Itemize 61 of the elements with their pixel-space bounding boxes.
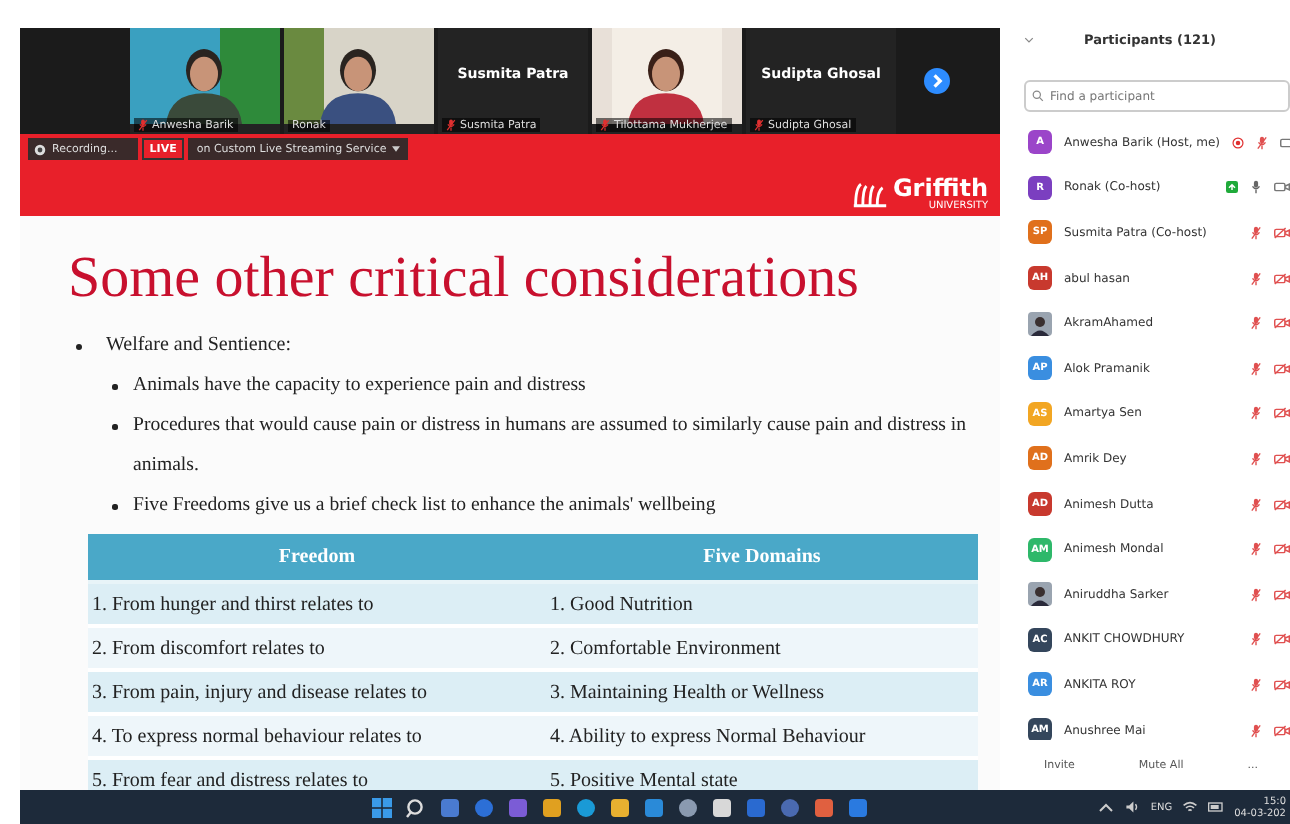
column-header: Freedom <box>88 534 546 582</box>
muted-mic-icon[interactable] <box>1250 587 1262 602</box>
video-off-icon[interactable] <box>1274 225 1290 240</box>
search-icon[interactable] <box>406 797 426 817</box>
caret-icon <box>392 146 401 152</box>
speaker-icon[interactable] <box>1124 800 1141 814</box>
table-cell: 3. Maintaining Health or Wellness <box>545 670 978 714</box>
table-cell: 2. From discomfort relates to <box>88 626 546 670</box>
muted-mic-icon[interactable] <box>1250 677 1262 692</box>
video-off-icon[interactable] <box>1274 451 1290 466</box>
bullet-icon <box>112 424 117 429</box>
bullet-icon <box>112 384 117 389</box>
search-icon <box>1032 90 1044 102</box>
muted-mic-icon[interactable] <box>1250 451 1262 466</box>
column-header: Five Domains <box>545 534 978 582</box>
windows-logo-icon[interactable] <box>372 797 392 817</box>
table-cell: 1. From hunger and thirst relates to <box>88 582 546 626</box>
table-cell: 4. To express normal behaviour relates to <box>88 714 546 758</box>
slide-title: Some other critical considerations <box>68 246 861 310</box>
bullet-text: Welfare and Sentience: <box>106 332 291 360</box>
muted-mic-icon[interactable] <box>1250 497 1262 512</box>
table-cell: 2. Comfortable Environment <box>545 626 978 670</box>
video-off-icon[interactable] <box>1274 723 1290 738</box>
video-off-icon[interactable] <box>1274 677 1290 692</box>
wifi-icon[interactable] <box>1182 800 1199 814</box>
muted-mic-icon[interactable] <box>1250 271 1262 286</box>
video-off-icon[interactable] <box>1274 587 1290 602</box>
table-cell: 5. Positive Mental state <box>545 758 978 790</box>
battery-icon <box>1208 800 1225 814</box>
next-page-icon[interactable] <box>924 68 950 94</box>
mic-icon[interactable] <box>1250 180 1262 195</box>
video-off-icon[interactable] <box>1274 406 1290 421</box>
bullet-icon <box>76 344 82 350</box>
video-off-icon[interactable] <box>1274 361 1290 376</box>
video-off-icon[interactable] <box>1274 542 1290 557</box>
muted-mic-icon[interactable] <box>1250 361 1262 376</box>
table-cell: 3. From pain, injury and disease relates to <box>88 670 546 714</box>
bullet-text: Animals have the capacity to experience pain and distress <box>133 372 586 400</box>
muted-mic-icon[interactable] <box>1250 316 1262 331</box>
muted-mic-icon[interactable] <box>1250 632 1262 647</box>
muted-mic-icon[interactable] <box>1250 542 1262 557</box>
muted-mic-icon[interactable] <box>1250 406 1262 421</box>
chevron-icon[interactable] <box>1024 36 1034 44</box>
muted-mic-icon[interactable] <box>1250 723 1262 738</box>
bullet-icon <box>112 504 117 509</box>
video-off-icon[interactable] <box>1274 497 1290 512</box>
table-cell: 1. Good Nutrition <box>545 582 978 626</box>
muted-mic-icon[interactable] <box>1250 225 1262 240</box>
record-icon <box>34 143 46 155</box>
video-off-icon[interactable] <box>1274 632 1290 647</box>
logo-icon <box>852 181 889 207</box>
bullet-text: Five Freedoms give us a brief check list to enhance the animals' wellbeing <box>133 492 716 520</box>
video-off-icon[interactable] <box>1274 271 1290 286</box>
logo-name: Griffith <box>892 176 988 200</box>
table-cell: 4. Ability to express Normal Behaviour <box>545 714 978 758</box>
table-cell: 5. From fear and distress relates to <box>88 758 546 790</box>
bullet-text: Procedures that would cause pain or distress in humans are assumed to similarly cause pain and distress in animals. <box>133 412 969 480</box>
video-icon[interactable] <box>1274 180 1290 195</box>
chevron-up-icon[interactable] <box>1098 800 1115 814</box>
muted-mic-icon[interactable] <box>1256 135 1269 150</box>
video-off-icon[interactable] <box>1274 316 1290 331</box>
